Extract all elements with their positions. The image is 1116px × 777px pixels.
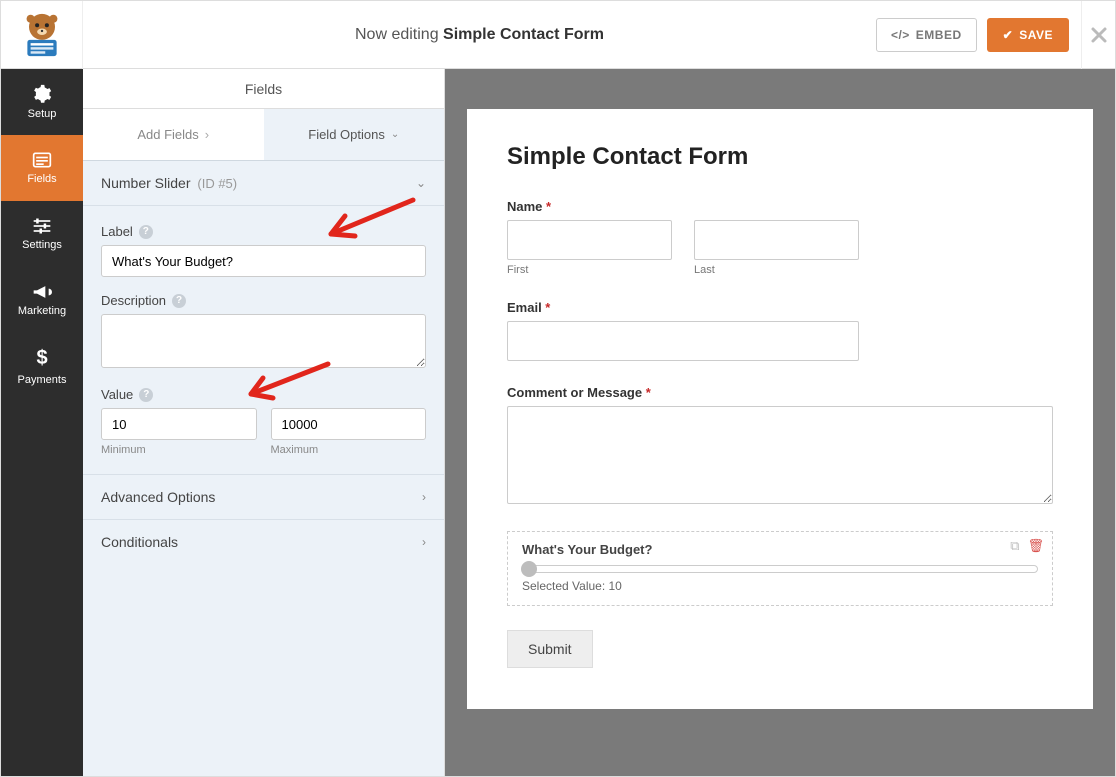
help-icon[interactable]: ? xyxy=(139,388,153,402)
gear-icon xyxy=(32,84,52,104)
chevron-down-icon: ⌄ xyxy=(416,176,426,190)
options-subheader: Fields xyxy=(83,69,444,109)
duplicate-icon[interactable]: ⧉ xyxy=(1010,538,1019,554)
email-input[interactable] xyxy=(507,321,859,361)
description-label: Description ? xyxy=(101,293,426,308)
sidebar-item-fields[interactable]: Fields xyxy=(1,135,83,201)
chevron-right-icon: › xyxy=(422,490,426,504)
page-title: Now editing Simple Contact Form xyxy=(83,26,876,44)
embed-button[interactable]: </> EMBED xyxy=(876,18,977,52)
sidebar-item-payments[interactable]: $ Payments xyxy=(1,333,83,399)
value-label: Value ? xyxy=(101,387,426,402)
preview-canvas: Simple Contact Form Name * First Last xyxy=(445,69,1115,776)
maximum-input[interactable] xyxy=(271,408,427,440)
code-icon: </> xyxy=(891,28,910,42)
minimum-label: Minimum xyxy=(101,444,257,456)
check-icon: ✔ xyxy=(1003,28,1014,42)
comment-input[interactable] xyxy=(507,406,1053,504)
conditionals-row[interactable]: Conditionals › xyxy=(83,520,444,564)
sidebar-item-label: Setup xyxy=(28,108,57,120)
form-preview: Simple Contact Form Name * First Last xyxy=(467,109,1093,709)
sidebar-item-settings[interactable]: Settings xyxy=(1,201,83,267)
top-bar: Now editing Simple Contact Form </> EMBE… xyxy=(1,1,1115,69)
app-logo xyxy=(1,1,83,69)
sidebar-item-setup[interactable]: Setup xyxy=(1,69,83,135)
sliders-icon xyxy=(32,217,52,235)
first-name-input[interactable] xyxy=(507,220,672,260)
chevron-right-icon: › xyxy=(205,127,209,142)
chevron-down-icon: ⌄ xyxy=(391,129,399,140)
slider-label: What's Your Budget? xyxy=(522,542,1038,557)
tab-field-options[interactable]: Field Options ⌄ xyxy=(264,109,445,160)
sidebar-item-label: Payments xyxy=(18,374,67,386)
tab-add-fields[interactable]: Add Fields › xyxy=(83,109,264,160)
minimum-input[interactable] xyxy=(101,408,257,440)
sidebar-item-label: Fields xyxy=(27,173,56,185)
close-icon xyxy=(1090,26,1108,44)
comment-field: Comment or Message * xyxy=(507,385,1053,507)
help-icon[interactable]: ? xyxy=(172,294,186,308)
label-label: Label ? xyxy=(101,224,426,239)
options-tabs: Add Fields › Field Options ⌄ xyxy=(83,109,444,161)
form-title: Simple Contact Form xyxy=(507,143,1053,171)
chevron-right-icon: › xyxy=(422,535,426,549)
bullhorn-icon xyxy=(32,283,52,301)
maximum-label: Maximum xyxy=(271,444,427,456)
slider-field-selected[interactable]: ⧉ 🗑 What's Your Budget? Selected Value: … xyxy=(507,531,1053,606)
advanced-options-row[interactable]: Advanced Options › xyxy=(83,475,444,520)
sidebar-item-label: Marketing xyxy=(18,305,66,317)
sidebar-item-label: Settings xyxy=(22,239,62,251)
options-column: Fields Add Fields › Field Options ⌄ Numb… xyxy=(83,69,445,776)
last-sublabel: Last xyxy=(694,264,859,276)
slider-track[interactable] xyxy=(522,565,1038,573)
dollar-icon: $ xyxy=(36,347,47,370)
nav-sidebar: Setup Fields Settings Marketing $ Paymen… xyxy=(1,69,83,776)
last-name-input[interactable] xyxy=(694,220,859,260)
field-title-row[interactable]: Number Slider (ID #5) ⌄ xyxy=(83,161,444,206)
help-icon[interactable]: ? xyxy=(139,225,153,239)
email-field: Email * xyxy=(507,300,1053,361)
description-input[interactable] xyxy=(101,314,426,368)
slider-thumb[interactable] xyxy=(521,561,537,577)
close-button[interactable] xyxy=(1081,1,1115,69)
sidebar-item-marketing[interactable]: Marketing xyxy=(1,267,83,333)
save-button[interactable]: ✔ SAVE xyxy=(987,18,1069,52)
slider-value-text: Selected Value: 10 xyxy=(522,579,1038,593)
list-icon xyxy=(32,151,52,169)
submit-button[interactable]: Submit xyxy=(507,630,593,668)
first-sublabel: First xyxy=(507,264,672,276)
trash-icon[interactable]: 🗑 xyxy=(1027,538,1044,554)
name-field: Name * First Last xyxy=(507,199,1053,276)
label-input[interactable] xyxy=(101,245,426,277)
